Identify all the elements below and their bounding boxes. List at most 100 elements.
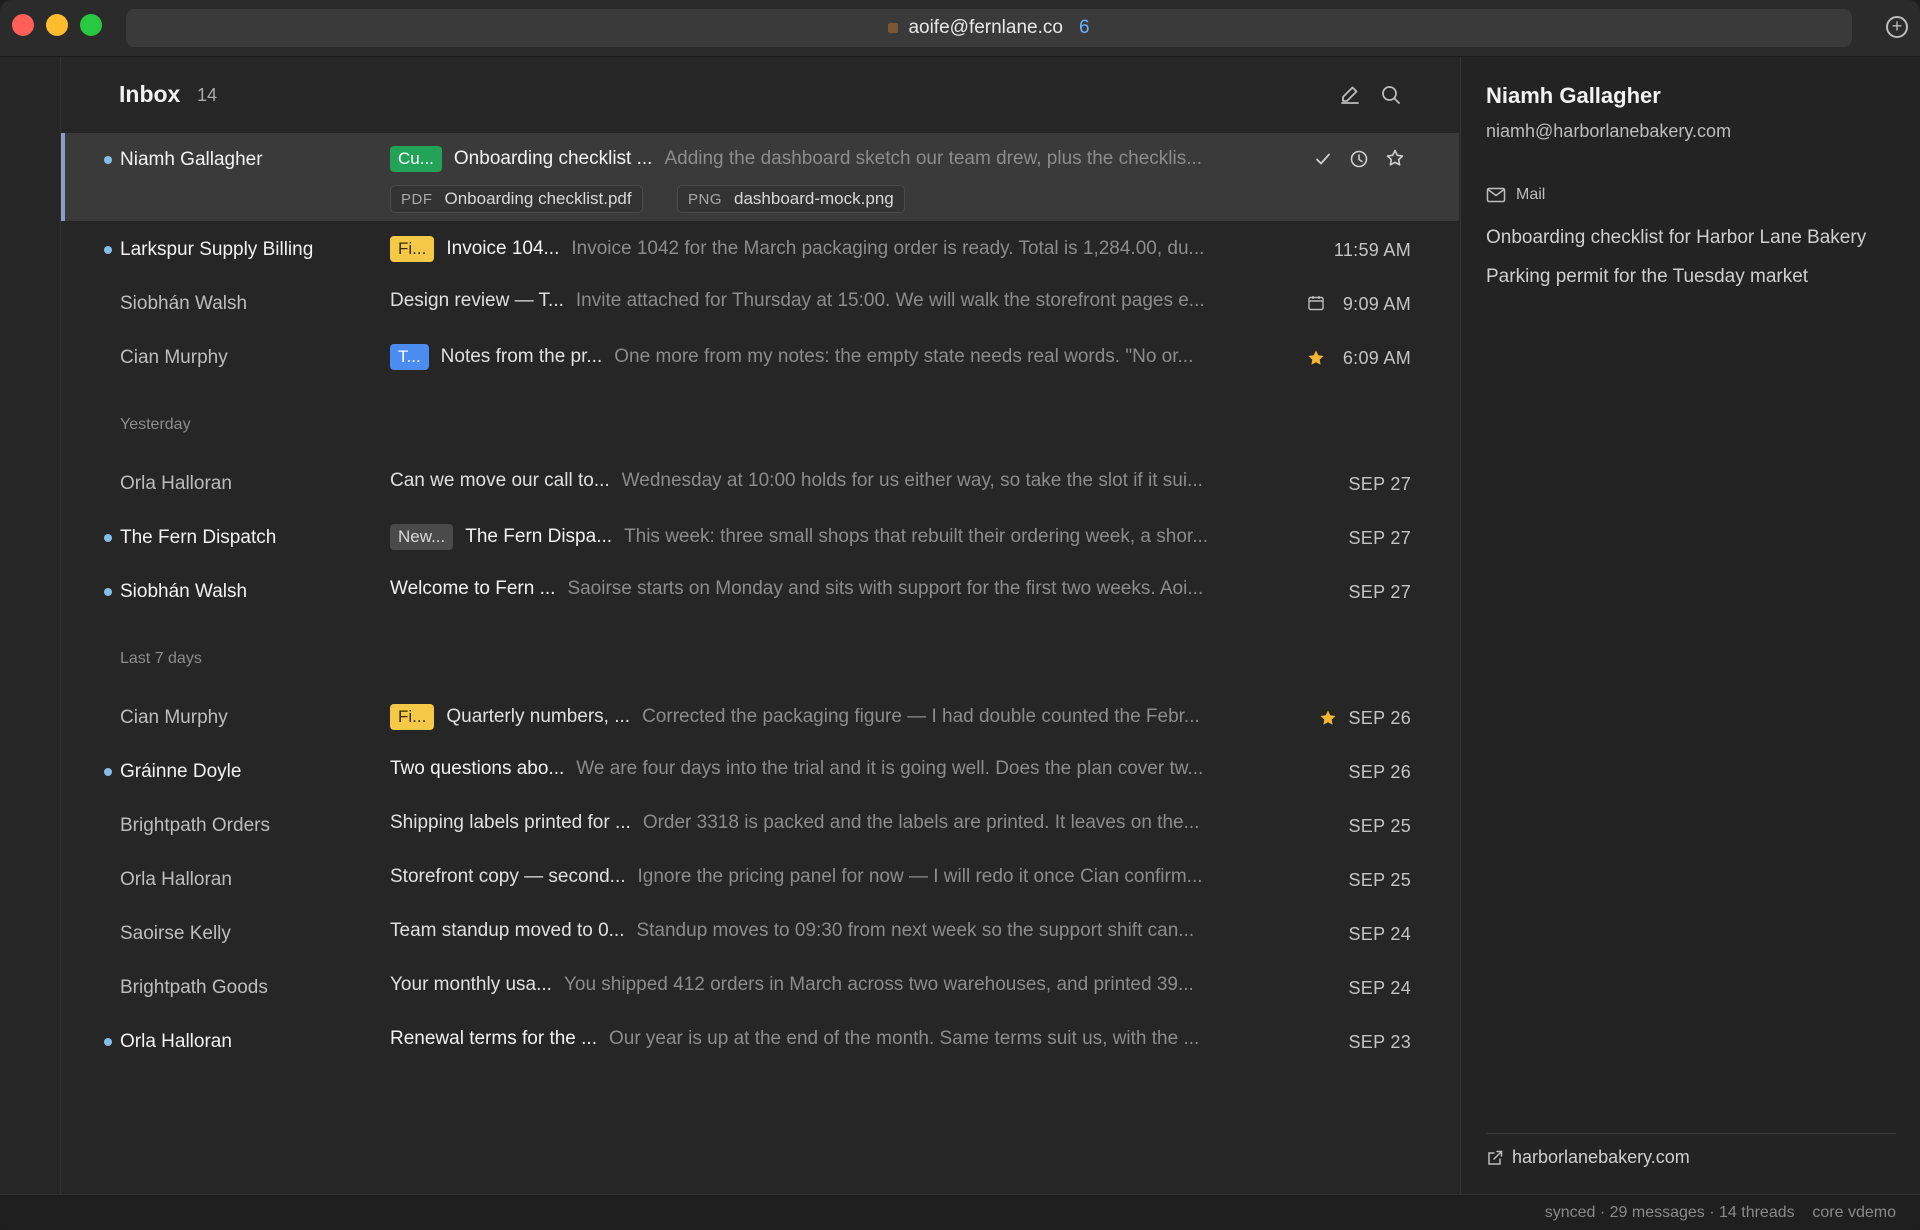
date: SEP 25 (1348, 870, 1411, 890)
status-bar: synced · 29 messages · 14 threads core v… (0, 1194, 1920, 1230)
unread-dot (104, 156, 112, 164)
subject-line: Can we move our call to... Wednesday at … (390, 470, 1330, 492)
subject: Two questions abo... (390, 758, 565, 779)
list-item[interactable]: Larkspur Supply Billing Fi... Invoice 10… (61, 223, 1459, 277)
subject: Notes from the pr... (440, 346, 603, 367)
sender-name: Cian Murphy (120, 347, 228, 368)
list-item[interactable]: Brightpath Orders Shipping labels printe… (61, 799, 1459, 853)
page-title: Inbox (119, 81, 181, 107)
compose-icon[interactable] (1338, 83, 1362, 107)
mail-label: Mail (1516, 186, 1546, 203)
snippet: Corrected the packaging figure — I had d… (642, 706, 1200, 727)
subject: The Fern Dispa... (465, 526, 613, 547)
sender-name: The Fern Dispatch (120, 527, 277, 548)
subject-line: Storefront copy — second... Ignore the p… (390, 866, 1330, 888)
close-window-button[interactable] (12, 14, 34, 36)
related-thread-link[interactable]: Parking permit for the Tuesday market (1486, 266, 1808, 288)
divider (1486, 1133, 1896, 1134)
list-item[interactable]: Gráinne Doyle Two questions abo... We ar… (61, 745, 1459, 799)
mark-done-icon[interactable] (1313, 149, 1333, 169)
account-color-icon (888, 23, 899, 33)
sender-name: Brightpath Orders (120, 815, 270, 836)
sender-name: Siobhán Walsh (120, 293, 248, 314)
sender-name: Gráinne Doyle (120, 761, 242, 782)
list-item[interactable]: Siobhán Walsh Design review — T... Invit… (61, 277, 1459, 331)
snippet: This week: three small shops that rebuil… (624, 526, 1209, 547)
attachment-png[interactable]: PNG dashboard-mock.png (677, 185, 905, 213)
label-badge[interactable]: New... (390, 524, 454, 550)
star-icon[interactable] (1306, 348, 1326, 368)
list-item[interactable]: Cian Murphy T... Notes from the pr... On… (61, 331, 1459, 385)
sender-name: Orla Halloran (120, 473, 232, 494)
date: SEP 24 (1348, 924, 1411, 944)
maximize-window-button[interactable] (80, 14, 102, 36)
label-badge[interactable]: Fi... (390, 704, 435, 730)
snippet: Invoice 1042 for the March packaging ord… (571, 238, 1205, 259)
list-item[interactable]: Siobhán Walsh Welcome to Fern ... Saoirs… (61, 565, 1459, 619)
list-item-selected[interactable]: Niamh Gallagher Cu... Onboarding checkli… (61, 133, 1459, 221)
unread-dot (104, 534, 112, 542)
subject: Can we move our call to... (390, 470, 610, 491)
list-item[interactable]: Cian Murphy Fi... Quarterly numbers, ...… (61, 691, 1459, 745)
sender-name: Niamh Gallagher (120, 149, 263, 170)
date: SEP 24 (1348, 978, 1411, 998)
contact-email[interactable]: niamh@harborlanebakery.com (1486, 121, 1731, 142)
subject-line: Cu... Onboarding checklist ... Adding th… (390, 146, 1310, 172)
website-link[interactable]: harborlanebakery.com (1486, 1147, 1690, 1168)
subject: Shipping labels printed for ... (390, 812, 631, 833)
sync-status: synced · 29 messages · 14 threads core v… (1544, 1204, 1896, 1221)
list-header: Inbox 14 (61, 57, 1459, 133)
unread-dot (104, 1038, 112, 1046)
sender-name: Brightpath Goods (120, 977, 268, 998)
subject: Onboarding checklist ... (453, 148, 653, 169)
label-badge[interactable]: T... (390, 344, 429, 370)
snippet: Wednesday at 10:00 holds for us either w… (621, 470, 1203, 491)
subject-line: New... The Fern Dispa... This week: thre… (390, 524, 1330, 550)
snippet: You shipped 412 orders in March across t… (563, 974, 1194, 995)
snippet: Adding the dashboard sketch our team dre… (664, 148, 1203, 169)
left-sidebar (0, 57, 61, 1194)
message-list: Inbox 14 Niamh Gallagher Cu... Onboardin… (61, 57, 1459, 1194)
attachment-pdf[interactable]: PDF Onboarding checklist.pdf (390, 185, 643, 213)
date: SEP 27 (1348, 582, 1411, 602)
minimize-window-button[interactable] (46, 14, 68, 36)
subject-line: Fi... Quarterly numbers, ... Corrected t… (390, 704, 1330, 730)
date: SEP 26 (1348, 762, 1411, 782)
subject: Your monthly usa... (390, 974, 552, 995)
account-switcher[interactable]: aoife@fernlane.co 6 (126, 9, 1852, 47)
date: 6:09 AM (1342, 348, 1411, 368)
list-item[interactable]: Orla Halloran Storefront copy — second..… (61, 853, 1459, 907)
star-icon[interactable] (1318, 708, 1338, 728)
subject: Quarterly numbers, ... (446, 706, 631, 727)
unread-dot (104, 588, 112, 596)
list-item[interactable]: Brightpath Goods Your monthly usa... You… (61, 961, 1459, 1015)
subject-line: Design review — T... Invite attached for… (390, 290, 1330, 312)
mail-section-header: Mail (1486, 186, 1545, 204)
contact-name: Niamh Gallagher (1486, 83, 1661, 108)
sender-name: Cian Murphy (120, 707, 228, 728)
snooze-clock-icon[interactable] (1349, 149, 1369, 169)
sender-name: Orla Halloran (120, 1031, 232, 1052)
label-badge[interactable]: Fi... (390, 236, 435, 262)
unread-dot (104, 768, 112, 776)
list-item[interactable]: Orla Halloran Can we move our call to...… (61, 457, 1459, 511)
add-account-icon[interactable]: + (1886, 16, 1908, 38)
label-badge[interactable]: Cu... (390, 146, 442, 172)
search-icon[interactable] (1379, 83, 1403, 107)
attachment-name: dashboard-mock.png (734, 189, 894, 208)
subject-line: Fi... Invoice 104... Invoice 1042 for th… (390, 236, 1330, 262)
list-item[interactable]: The Fern Dispatch New... The Fern Dispa.… (61, 511, 1459, 565)
subject: Storefront copy — second... (390, 866, 626, 887)
list-item[interactable]: Saoirse Kelly Team standup moved to 0...… (61, 907, 1459, 961)
unread-dot (104, 246, 112, 254)
subject: Renewal terms for the ... (390, 1028, 597, 1049)
snippet: Saoirse starts on Monday and sits with s… (567, 578, 1204, 599)
date: 11:59 AM (1333, 240, 1411, 260)
related-thread-link[interactable]: Onboarding checklist for Harbor Lane Bak… (1486, 227, 1866, 249)
star-outline-icon[interactable] (1385, 148, 1405, 168)
snippet: Invite attached for Thursday at 15:00. W… (575, 290, 1205, 311)
date: SEP 27 (1348, 474, 1411, 494)
list-item[interactable]: Orla Halloran Renewal terms for the ... … (61, 1015, 1459, 1069)
subject: Invoice 104... (446, 238, 560, 259)
snippet: Standup moves to 09:30 from next week so… (636, 920, 1195, 941)
